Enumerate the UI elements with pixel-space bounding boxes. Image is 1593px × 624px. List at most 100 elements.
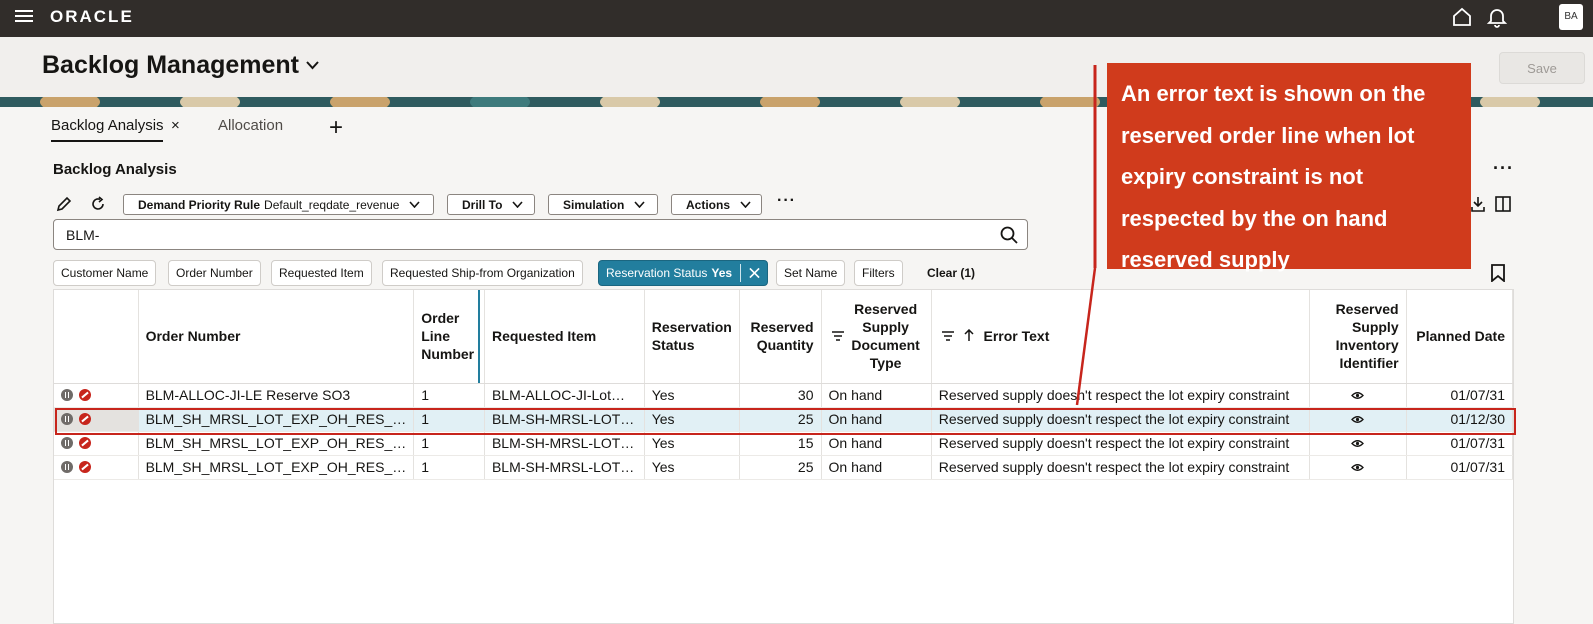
error-block-icon (79, 413, 91, 425)
menu-icon[interactable] (15, 7, 35, 27)
demand-priority-value: Default_reqdate_revenue (264, 197, 400, 212)
chevron-down-icon (634, 201, 645, 208)
cell-reserved-quantity: 15 (739, 431, 822, 456)
section-more-icon[interactable]: ··· (1493, 158, 1514, 179)
bookmark-icon[interactable] (1490, 264, 1506, 282)
cell-reservation-status: Yes (644, 407, 740, 432)
demand-priority-label: Demand Priority Rule (138, 197, 261, 212)
search-icon[interactable] (999, 225, 1019, 245)
home-icon[interactable] (1451, 6, 1473, 28)
user-avatar[interactable]: BA (1559, 4, 1583, 30)
cell-reserved-quantity: 25 (739, 455, 822, 480)
chevron-down-icon (512, 201, 524, 208)
table-row[interactable]: BLM-ALLOC-JI-LE Reserve SO3 1 BLM-ALLOC-… (54, 383, 1514, 408)
simulation-button[interactable]: Simulation (548, 194, 658, 215)
error-block-icon (79, 461, 91, 473)
refresh-icon[interactable] (89, 195, 107, 213)
demand-priority-rule-select[interactable]: Demand Priority Rule Default_reqdate_rev… (123, 194, 434, 215)
cell-order-number: BLM_SH_MRSL_LOT_EXP_OH_RES_… (138, 407, 415, 432)
cell-supply-doc-type: On hand (821, 383, 932, 408)
error-text-label: Error Text (983, 328, 1050, 345)
add-tab-icon[interactable]: + (329, 114, 343, 142)
filter-chip-requested-item[interactable]: Requested Item (271, 260, 372, 286)
column-header-reserved-supply-inventory-identifier[interactable]: Reserved Supply Inventory Identifier (1309, 290, 1407, 384)
backlog-table: Order Number Order Line Number Requested… (53, 289, 1514, 624)
view-eye-icon[interactable] (1351, 391, 1364, 400)
cell-inventory-identifier[interactable] (1309, 383, 1407, 408)
filter-icon[interactable] (941, 331, 954, 341)
table-row[interactable]: BLM_SH_MRSL_LOT_EXP_OH_RES_… 1 BLM-SH-MR… (54, 455, 1514, 480)
column-header-reserved-supply-document-type[interactable]: Reserved Supply Document Type (821, 290, 932, 384)
column-header-reserved-quantity[interactable]: Reserved Quantity (739, 290, 822, 384)
column-header-order-number[interactable]: Order Number (138, 290, 415, 384)
view-eye-icon[interactable] (1351, 463, 1364, 472)
cell-planned-date: 01/07/31 (1406, 383, 1514, 408)
actions-label: Actions (686, 197, 731, 212)
chevron-down-icon[interactable] (306, 61, 319, 70)
clear-filters-link[interactable]: Clear (1) (927, 266, 975, 280)
toolbar-more-icon[interactable]: ··· (777, 192, 796, 210)
row-status-icons (54, 431, 139, 456)
filter-chip-customer-name[interactable]: Customer Name (53, 260, 157, 286)
drill-to-button[interactable]: Drill To (447, 194, 535, 215)
edit-pencil-icon[interactable] (55, 195, 73, 213)
cell-reservation-status: Yes (644, 431, 740, 456)
supply-doc-type-label: Reserved Supply Document Type (851, 301, 920, 372)
row-status-icons (54, 383, 139, 408)
cell-error-text: Reserved supply doesn't respect the lot … (931, 431, 1310, 456)
column-header-reservation-status[interactable]: Reservation Status (644, 290, 740, 384)
cell-error-text: Reserved supply doesn't respect the lot … (931, 383, 1310, 408)
actions-button[interactable]: Actions (671, 194, 762, 215)
table-row-selected[interactable]: BLM_SH_MRSL_LOT_EXP_OH_RES_… 1 BLM-SH-MR… (54, 407, 1514, 432)
cell-order-line: 1 (413, 383, 485, 408)
cell-order-number: BLM-ALLOC-JI-LE Reserve SO3 (138, 383, 415, 408)
cell-supply-doc-type: On hand (821, 407, 932, 432)
download-icon[interactable] (1469, 195, 1487, 213)
oracle-logo[interactable]: ORACLE (50, 7, 134, 27)
search-input[interactable]: BLM- (53, 219, 1028, 250)
tab-backlog-analysis[interactable]: Backlog Analysis (51, 117, 164, 134)
cell-inventory-identifier[interactable] (1309, 407, 1407, 432)
on-hold-icon (61, 437, 73, 449)
cell-reserved-quantity: 25 (739, 407, 822, 432)
filter-icon[interactable] (831, 331, 844, 341)
cell-order-line: 1 (413, 455, 485, 480)
cell-reservation-status: Yes (644, 383, 740, 408)
filter-chip-order-number[interactable]: Order Number (168, 260, 261, 286)
cell-inventory-identifier[interactable] (1309, 431, 1407, 456)
cell-reserved-quantity: 30 (739, 383, 822, 408)
view-eye-icon[interactable] (1351, 415, 1364, 424)
tab-allocation[interactable]: Allocation (218, 117, 283, 134)
cell-requested-item: BLM-SH-MRSL-LOT… (484, 455, 645, 480)
view-eye-icon[interactable] (1351, 439, 1364, 448)
cell-planned-date: 01/12/30 (1406, 407, 1514, 432)
columns-layout-icon[interactable] (1494, 195, 1512, 213)
filters-button[interactable]: Filters (854, 260, 903, 286)
reservation-status-chip-label: Reservation Status (606, 266, 708, 280)
column-header-requested-item[interactable]: Requested Item (484, 290, 645, 384)
sort-ascending-icon[interactable] (964, 329, 974, 342)
close-icon[interactable] (749, 267, 760, 279)
table-header-row: Order Number Order Line Number Requested… (54, 290, 1514, 384)
simulation-label: Simulation (563, 197, 625, 212)
drill-to-label: Drill To (462, 197, 503, 212)
cell-order-number: BLM_SH_MRSL_LOT_EXP_OH_RES_… (138, 455, 415, 480)
status-icons-header (54, 290, 139, 384)
notifications-bell-icon[interactable] (1486, 6, 1508, 28)
column-header-error-text[interactable]: Error Text (931, 290, 1310, 384)
table-row[interactable]: BLM_SH_MRSL_LOT_EXP_OH_RES_… 1 BLM-SH-MR… (54, 431, 1514, 456)
cell-reservation-status: Yes (644, 455, 740, 480)
cell-planned-date: 01/07/31 (1406, 455, 1514, 480)
set-name-button[interactable]: Set Name (776, 260, 846, 286)
column-header-planned-date[interactable]: Planned Date (1406, 290, 1514, 384)
save-button[interactable]: Save (1499, 52, 1585, 84)
cell-inventory-identifier[interactable] (1309, 455, 1407, 480)
cell-error-text: Reserved supply doesn't respect the lot … (931, 455, 1310, 480)
close-tab-icon[interactable]: × (171, 117, 180, 134)
reservation-status-chip-value: Yes (711, 266, 733, 280)
filter-chip-reservation-status[interactable]: Reservation Status Yes (598, 260, 768, 286)
column-header-order-line-number[interactable]: Order Line Number (413, 290, 485, 384)
on-hold-icon (61, 461, 73, 473)
filter-chip-requested-ship-from-organization[interactable]: Requested Ship-from Organization (382, 260, 583, 286)
cell-supply-doc-type: On hand (821, 431, 932, 456)
